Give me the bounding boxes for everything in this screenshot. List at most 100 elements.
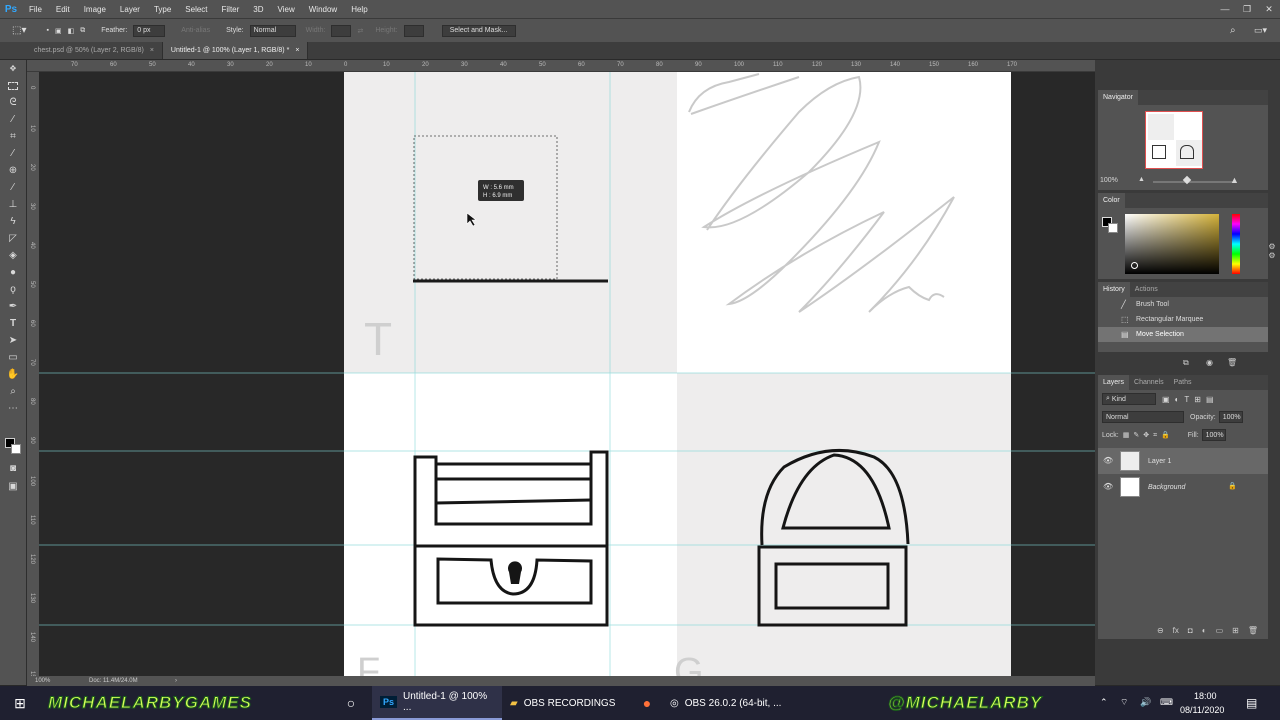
layer-name[interactable]: Background bbox=[1148, 484, 1185, 491]
menu-select[interactable]: Select bbox=[178, 5, 214, 14]
tab-layers[interactable]: Layers bbox=[1098, 375, 1130, 390]
visibility-eye-icon[interactable]: 👁 bbox=[1103, 456, 1113, 465]
intersect-selection-icon[interactable]: ⧉ bbox=[80, 27, 85, 35]
zoom-tool-icon[interactable]: ⌕ bbox=[5, 385, 21, 399]
more-tools-icon[interactable]: ⋯ bbox=[5, 402, 21, 416]
taskbar-photoshop[interactable]: Ps Untitled-1 @ 100% ... bbox=[372, 686, 502, 720]
windows-start-icon[interactable]: ⊞ bbox=[0, 686, 40, 720]
clock-date[interactable]: 08/11/2020 bbox=[1180, 705, 1224, 715]
select-and-mask-button[interactable]: Select and Mask... bbox=[441, 24, 516, 37]
hue-slider[interactable] bbox=[1232, 214, 1240, 274]
screen-mode-icon[interactable]: ▣ bbox=[5, 480, 21, 494]
cortana-search-icon[interactable]: ○ bbox=[330, 686, 372, 720]
swap-dimensions-icon[interactable]: ⇄ bbox=[357, 27, 363, 35]
paint-bucket-icon[interactable]: ◈ bbox=[5, 249, 21, 263]
tray-chevron-icon[interactable]: ⌃ bbox=[1100, 697, 1108, 708]
spot-healing-icon[interactable]: ⊕ bbox=[5, 164, 21, 178]
layer-row-background[interactable]: 👁 Background 🔒 bbox=[1098, 474, 1268, 500]
close-window-button[interactable]: ✕ bbox=[1258, 0, 1280, 18]
tab-color[interactable]: Color bbox=[1098, 193, 1125, 208]
color-picker-cursor[interactable] bbox=[1131, 262, 1138, 269]
tab-channels[interactable]: Channels bbox=[1129, 375, 1169, 390]
history-item-move-selection[interactable]: ▤ Move Selection bbox=[1098, 327, 1268, 342]
width-input[interactable] bbox=[331, 24, 352, 37]
blend-mode-select[interactable]: Normal bbox=[1102, 411, 1184, 423]
menu-filter[interactable]: Filter bbox=[215, 5, 247, 14]
maximize-button[interactable]: ❐ bbox=[1236, 0, 1258, 18]
move-tool-icon[interactable]: ✥ bbox=[5, 62, 21, 76]
close-tab-icon[interactable]: × bbox=[150, 47, 154, 54]
lasso-icon[interactable]: ᘓ bbox=[5, 96, 21, 110]
status-menu-arrow[interactable]: › bbox=[175, 678, 177, 684]
adjustment-layer-icon[interactable]: ◐ bbox=[1202, 626, 1207, 635]
zoom-out-icon[interactable]: ▲ bbox=[1138, 176, 1145, 183]
new-layer-icon[interactable]: ⊞ bbox=[1232, 626, 1239, 635]
zoom-slider[interactable] bbox=[1153, 181, 1233, 183]
menu-view[interactable]: View bbox=[271, 5, 302, 14]
feather-input[interactable]: 0 px bbox=[133, 24, 166, 37]
hand-tool-icon[interactable]: ✋ bbox=[5, 368, 21, 382]
dodge-icon[interactable]: ϙ bbox=[5, 283, 21, 297]
type-tool-icon[interactable]: T bbox=[5, 317, 21, 331]
add-mask-icon[interactable]: ◘ bbox=[1188, 626, 1193, 635]
crop-icon[interactable]: ⌗ bbox=[5, 130, 21, 144]
close-tab-icon[interactable]: × bbox=[295, 47, 299, 54]
new-group-icon[interactable]: ▭ bbox=[1216, 626, 1224, 635]
new-document-from-state-icon[interactable]: ⧉ bbox=[1183, 358, 1189, 368]
keyboard-icon[interactable]: ⌨ bbox=[1160, 697, 1173, 708]
eyedropper-icon[interactable]: ⁄ bbox=[5, 147, 21, 161]
menu-3d[interactable]: 3D bbox=[246, 5, 270, 14]
minimize-button[interactable]: — bbox=[1214, 0, 1236, 18]
rectangular-marquee-icon[interactable] bbox=[8, 82, 18, 90]
menu-image[interactable]: Image bbox=[77, 5, 113, 14]
delete-state-icon[interactable]: 🗑 bbox=[1227, 358, 1237, 367]
tab-chest-psd[interactable]: chest.psd @ 50% (Layer 2, RGB/8) × bbox=[0, 42, 163, 59]
layer-style-icon[interactable]: fx bbox=[1173, 626, 1179, 635]
workspace-icon[interactable]: ▭▾ bbox=[1254, 25, 1267, 36]
notification-icon[interactable]: ▤ bbox=[1246, 696, 1257, 710]
background-color-swatch[interactable] bbox=[11, 444, 21, 454]
canvas-area[interactable]: T W : 5.6 mm H : 6.9 mm F G bbox=[39, 72, 1095, 676]
menu-type[interactable]: Type bbox=[147, 5, 178, 14]
network-icon[interactable]: ⌔ bbox=[1120, 697, 1128, 708]
lock-icons[interactable]: ▦✎✥⌗🔒 bbox=[1123, 431, 1174, 440]
tab-paths[interactable]: Paths bbox=[1169, 375, 1197, 390]
visibility-eye-icon[interactable]: 👁 bbox=[1103, 482, 1113, 491]
menu-help[interactable]: Help bbox=[344, 5, 374, 14]
tab-actions[interactable]: Actions bbox=[1130, 282, 1163, 297]
side-panel-icons[interactable]: ⚙ ⚙ bbox=[1264, 242, 1280, 282]
opacity-input[interactable]: 100% bbox=[1218, 411, 1243, 423]
tab-history[interactable]: History bbox=[1098, 282, 1130, 297]
color-background-swatch[interactable] bbox=[1108, 223, 1118, 233]
new-selection-icon[interactable]: ▪ bbox=[46, 27, 48, 34]
delete-layer-icon[interactable]: 🗑 bbox=[1248, 626, 1258, 635]
pen-icon[interactable]: ✒ bbox=[5, 300, 21, 314]
menu-file[interactable]: File bbox=[22, 5, 49, 14]
status-zoom[interactable]: 100% bbox=[35, 678, 85, 684]
taskbar-obs[interactable]: ◎ OBS 26.0.2 (64-bit, ... bbox=[662, 686, 792, 720]
subtract-selection-icon[interactable]: ◧ bbox=[68, 27, 75, 35]
taskbar-obs-recordings[interactable]: ▰ OBS RECORDINGS bbox=[502, 686, 632, 720]
history-item-rectangular-marquee[interactable]: ⬚ Rectangular Marquee bbox=[1098, 312, 1268, 327]
quick-mask-icon[interactable]: ◙ bbox=[5, 462, 21, 476]
magic-wand-icon[interactable]: ⁄ bbox=[5, 113, 21, 127]
menu-layer[interactable]: Layer bbox=[113, 5, 147, 14]
path-selection-icon[interactable]: ➤ bbox=[5, 334, 21, 348]
navigator-preview[interactable] bbox=[1145, 111, 1203, 169]
layer-filter-icons[interactable]: ▣◐T⊞▤ bbox=[1162, 395, 1219, 404]
blur-icon[interactable]: ● bbox=[5, 266, 21, 280]
marquee-tool-preset-icon[interactable]: ⬚▾ bbox=[12, 25, 26, 36]
menu-edit[interactable]: Edit bbox=[49, 5, 77, 14]
clock-time[interactable]: 18:00 bbox=[1194, 691, 1217, 701]
layer-filter-kind[interactable]: ⌕ Kind bbox=[1102, 393, 1156, 405]
add-selection-icon[interactable]: ▣ bbox=[55, 27, 62, 35]
height-input[interactable] bbox=[403, 24, 424, 37]
search-icon[interactable]: ⌕ bbox=[1230, 25, 1236, 36]
snapshot-icon[interactable]: ◉ bbox=[1206, 358, 1213, 367]
tab-navigator[interactable]: Navigator bbox=[1098, 90, 1138, 105]
clone-stamp-icon[interactable]: ⊥ bbox=[5, 198, 21, 212]
shape-tool-icon[interactable]: ▭ bbox=[5, 351, 21, 365]
layer-name[interactable]: Layer 1 bbox=[1148, 458, 1171, 465]
style-select[interactable]: Normal bbox=[249, 24, 296, 37]
volume-icon[interactable]: 🔊 bbox=[1140, 697, 1151, 708]
